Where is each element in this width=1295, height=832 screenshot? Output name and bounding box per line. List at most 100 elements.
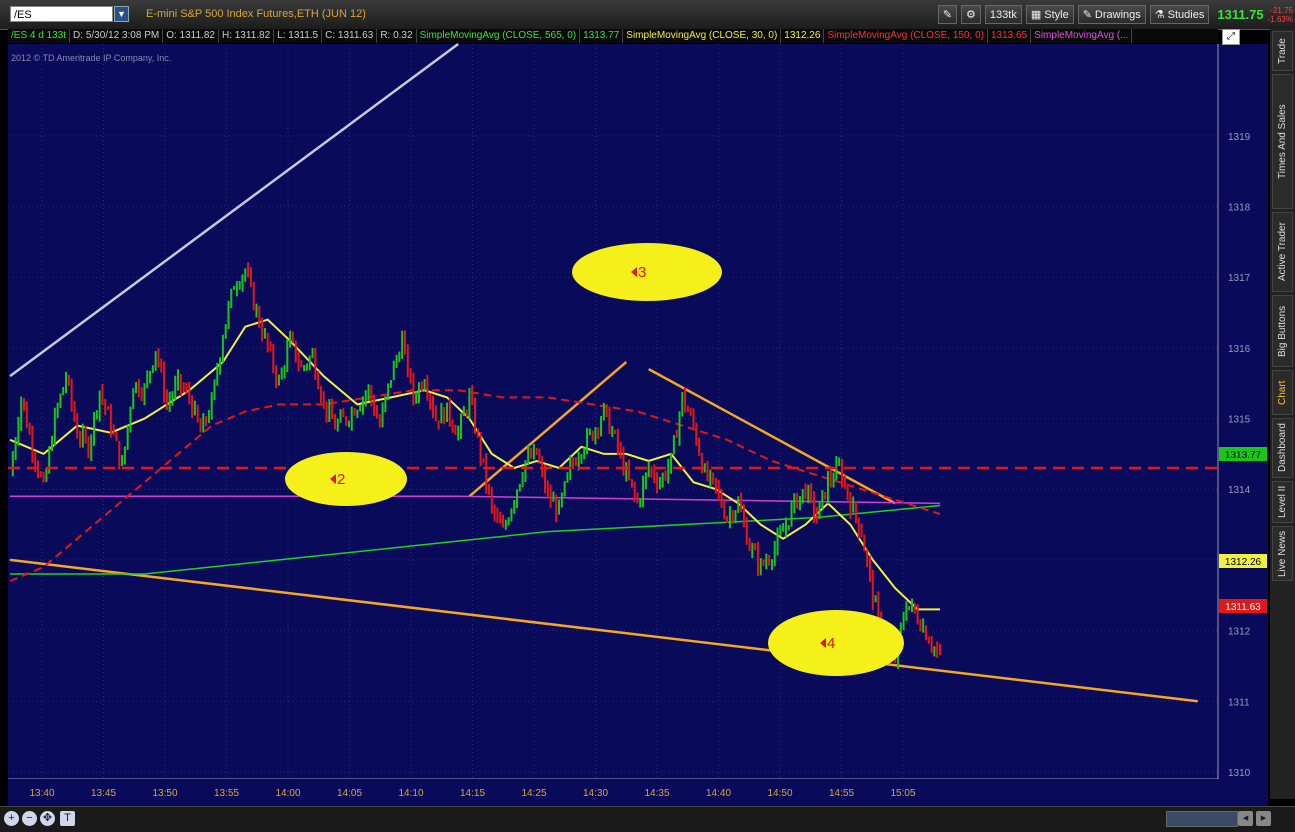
price-tag-last-text: 1311.63 (1225, 602, 1261, 613)
x-tick-label: 13:55 (214, 788, 239, 799)
x-tick-label: 14:35 (644, 788, 669, 799)
x-tick-label: 15:05 (890, 788, 915, 799)
y-tick-label: 1312 (1228, 627, 1251, 638)
y-tick-label: 1310 (1228, 768, 1251, 779)
y-tick-label: 1317 (1228, 273, 1251, 284)
change-block: -21.75 -1.63% (1268, 6, 1293, 24)
price-tag-sma30-text: 1312.26 (1225, 557, 1262, 568)
bar-date: D: 5/30/12 3:08 PM (70, 29, 164, 43)
bar-low: L: 1311.5 (274, 29, 323, 43)
tab-level-ii[interactable]: Level II (1272, 481, 1293, 523)
pencil-icon: ✎ (1082, 9, 1092, 21)
y-tick-label: 1313 (1228, 556, 1251, 567)
time-axis-area (8, 779, 1268, 806)
annotation-label-2: 2 (337, 471, 345, 488)
tab-times-and-sales[interactable]: Times And Sales (1272, 74, 1293, 209)
x-tick-label: 14:05 (337, 788, 362, 799)
style-label: Style (1044, 8, 1069, 21)
studies-icon: ⚗ (1154, 9, 1165, 21)
moving-averages (9, 318, 941, 611)
pan-icon[interactable]: ✥ (40, 811, 55, 826)
trendlines (9, 42, 1198, 703)
drawings-button[interactable]: ✎ Drawings (1077, 5, 1146, 24)
last-price: 1311.75 (1217, 7, 1264, 22)
y-tick-label: 1315 (1228, 415, 1251, 426)
percent-change: -1.63% (1267, 14, 1293, 24)
zoom-in-icon[interactable]: + (4, 811, 19, 826)
annotation-ellipse-3 (572, 243, 722, 301)
net-change: -21.75 (1270, 5, 1293, 15)
x-tick-label: 14:25 (521, 788, 546, 799)
symbol-description: E-mini S&P 500 Index Futures,ETH (JUN 12… (146, 8, 366, 20)
sma150-value: 1313.65 (988, 29, 1032, 43)
chart-svg: 2012 © TD Ameritrade IP Company, Inc. 13… (8, 42, 1268, 806)
y-tick-label: 1319 (1228, 132, 1251, 143)
x-tick-label: 14:10 (398, 788, 423, 799)
trendline (468, 361, 628, 498)
chart-area (8, 44, 1218, 779)
sma-line-0 (9, 318, 940, 611)
price-tag-last: 1311.63 (1219, 599, 1267, 613)
x-tick-label: 14:30 (583, 788, 608, 799)
trendline (9, 42, 459, 378)
x-tick-label: 14:50 (767, 788, 792, 799)
price-tag-sma565: 1313.77 (1219, 447, 1267, 461)
studies-button[interactable]: ⚗ Studies (1149, 5, 1210, 24)
drawings-label: Drawings (1094, 8, 1141, 21)
symbol-dropdown-icon[interactable]: ▼ (114, 6, 129, 22)
drawing-tool-icon[interactable]: ✎ (937, 5, 958, 24)
bottom-toolbar: + − ✥ T ◂ ▸ (0, 806, 1295, 832)
annotation-label-4: 4 (827, 635, 835, 652)
price-bars (11, 262, 941, 669)
sma30-label[interactable]: SimpleMovingAvg (CLOSE, 30, 0) (623, 29, 782, 43)
bar-high: H: 1311.82 (219, 29, 275, 43)
horizontal-scrollbar[interactable] (1166, 811, 1238, 827)
toolbar: /ES ▼ E-mini S&P 500 Index Futures,ETH (… (0, 0, 1295, 30)
price-tag-sma565-text: 1313.77 (1225, 450, 1262, 461)
price-axis-area (1218, 44, 1268, 779)
x-tick-label: 14:40 (706, 788, 731, 799)
cursor-tool-icon[interactable]: T (60, 811, 75, 826)
x-tick-label: 13:45 (91, 788, 116, 799)
sma-line-3 (10, 495, 941, 505)
sma150-label[interactable]: SimpleMovingAvg (CLOSE, 150, 0) (824, 29, 988, 43)
symbol-input[interactable]: /ES (10, 6, 113, 22)
tab-big-buttons[interactable]: Big Buttons (1272, 295, 1293, 367)
x-tick-label: 13:50 (152, 788, 177, 799)
sma565-value: 1313.77 (580, 29, 624, 43)
x-tick-label: 13:40 (29, 788, 54, 799)
sma-other-label[interactable]: SimpleMovingAvg (... (1031, 29, 1133, 43)
x-tick-label: 14:15 (460, 788, 485, 799)
tab-trade[interactable]: Trade (1272, 31, 1293, 71)
scroll-right-icon[interactable]: ▸ (1256, 811, 1271, 826)
chart-settings-icon[interactable]: ⤢ (1222, 29, 1240, 45)
annotation-arrow-icon (820, 638, 826, 648)
y-tick-labels: 1310 1311 1312 1313 1314 1315 1316 1317 1318 1319 (1228, 132, 1251, 779)
zoom-out-icon[interactable]: − (22, 811, 37, 826)
annotation-arrow-icon (631, 267, 637, 277)
tab-dashboard[interactable]: Dashboard (1272, 418, 1293, 478)
period-label: /ES 4 d 133t (8, 29, 71, 43)
aggregation-button[interactable]: 133tk (984, 5, 1022, 24)
x-tick-label: 14:00 (275, 788, 300, 799)
settings-icon[interactable]: ⚙ (961, 5, 981, 24)
y-tick-label: 1311 (1228, 697, 1250, 708)
x-tick-labels: 13:40 13:45 13:50 13:55 14:00 14:05 14:10 14:15… (29, 788, 915, 799)
y-tick-label: 1316 (1228, 344, 1251, 355)
annotations: 2 3 4 (285, 243, 904, 676)
sma30-value: 1312.26 (781, 29, 825, 43)
sma-line-2 (10, 504, 941, 575)
sma565-label[interactable]: SimpleMovingAvg (CLOSE, 565, 0) (417, 29, 581, 43)
style-button[interactable]: ▦ Style (1025, 5, 1074, 24)
tab-chart[interactable]: Chart (1272, 370, 1293, 415)
y-tick-label: 1318 (1228, 203, 1251, 214)
copyright-text: 2012 © TD Ameritrade IP Company, Inc. (11, 53, 171, 63)
right-sidebar: Trade Times And Sales Active Trader Big … (1270, 29, 1295, 799)
annotation-ellipse-2 (285, 452, 407, 506)
sma-line-1 (9, 389, 941, 583)
tab-active-trader[interactable]: Active Trader (1272, 212, 1293, 292)
scroll-left-icon[interactable]: ◂ (1238, 811, 1253, 826)
style-icon: ▦ (1030, 9, 1042, 21)
annotation-arrow-icon (330, 474, 336, 484)
tab-live-news[interactable]: Live News (1272, 526, 1293, 581)
